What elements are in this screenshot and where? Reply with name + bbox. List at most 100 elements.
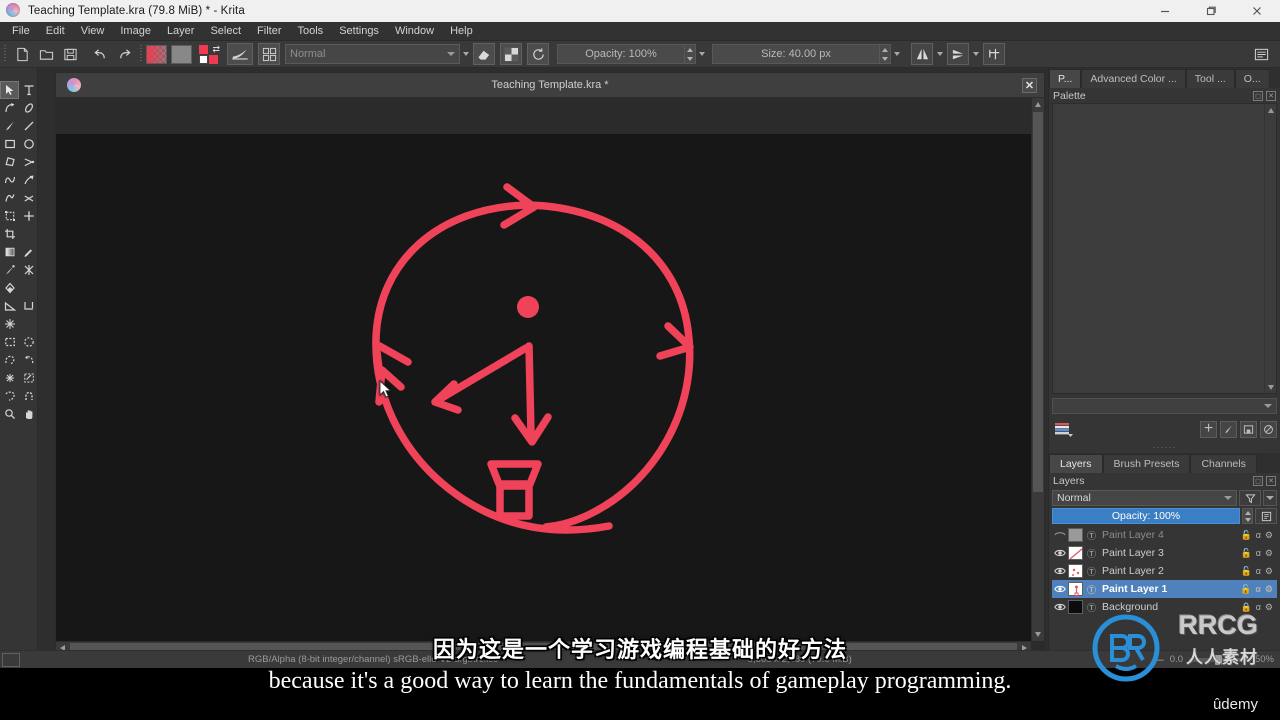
layer-alpha-icon[interactable]: α — [1256, 530, 1261, 540]
mirror-vertical-arrow[interactable] — [970, 44, 982, 64]
layer-opacity-slider[interactable]: Opacity: 100% — [1052, 508, 1240, 524]
measure-tool[interactable] — [0, 297, 19, 315]
opacity-slider[interactable]: Opacity: 100% — [557, 44, 685, 64]
polygonal-selection-tool[interactable] — [0, 351, 19, 369]
layer-visibility-toggle[interactable] — [1052, 602, 1068, 612]
crop-tool[interactable] — [0, 225, 19, 243]
menu-settings[interactable]: Settings — [331, 23, 387, 39]
transform-tool[interactable] — [0, 207, 19, 225]
close-button[interactable] — [1234, 0, 1280, 22]
save-disk-icon[interactable] — [59, 44, 81, 65]
workspace-switcher-icon[interactable] — [1250, 43, 1272, 65]
bezier-selection-tool[interactable] — [0, 387, 19, 405]
palette-scroll-down-icon[interactable] — [1265, 381, 1276, 393]
undo-icon[interactable] — [89, 44, 111, 65]
background-color-swatch[interactable] — [171, 44, 192, 64]
blending-mode-extra-arrow[interactable] — [460, 44, 472, 64]
float-docker-icon[interactable]: ◻ — [1253, 90, 1263, 101]
blending-mode-combo[interactable]: Normal — [285, 44, 460, 64]
layer-filter-chevron-icon[interactable] — [1263, 490, 1277, 506]
open-folder-icon[interactable] — [35, 44, 57, 65]
dynamic-brush-tool[interactable] — [0, 189, 19, 207]
table-row[interactable]: Ⓣ Paint Layer 1 🔓 α ⚙ — [1052, 580, 1277, 598]
opacity-options-arrow[interactable] — [696, 44, 708, 64]
layer-style-icon[interactable]: ⚙ — [1265, 548, 1273, 559]
menu-edit[interactable]: Edit — [38, 23, 73, 39]
scroll-up-arrow-icon[interactable] — [1032, 98, 1044, 111]
tab-overview[interactable]: O... — [1234, 69, 1270, 88]
gradient-tool[interactable] — [0, 243, 19, 261]
fg-bg-color-selector-icon[interactable]: ⇄ — [198, 44, 220, 65]
preserve-alpha-icon[interactable] — [500, 43, 522, 65]
table-row[interactable]: Ⓣ Paint Layer 3 🔓 α ⚙ — [1052, 544, 1277, 562]
layer-blend-mode-combo[interactable]: Normal — [1052, 490, 1237, 506]
menu-help[interactable]: Help — [442, 23, 481, 39]
layer-name[interactable]: Paint Layer 2 — [1098, 565, 1241, 577]
brush-presets-grid-icon[interactable] — [258, 43, 280, 65]
layer-name[interactable]: Paint Layer 1 — [1098, 583, 1240, 595]
layer-lock-icon[interactable]: 🔓 — [1241, 566, 1252, 577]
tab-brush-presets[interactable]: Brush Presets — [1102, 454, 1191, 473]
tab-tool-options[interactable]: Tool ... — [1185, 69, 1235, 88]
mirror-vertical-icon[interactable] — [947, 43, 969, 65]
layer-style-icon[interactable]: ⚙ — [1265, 530, 1273, 541]
layer-alpha-icon[interactable]: α — [1255, 584, 1261, 594]
layer-name[interactable]: Paint Layer 4 — [1098, 529, 1241, 541]
edit-shapes-tool[interactable] — [0, 99, 19, 117]
layer-lock-icon[interactable]: 🔓 — [1240, 584, 1251, 595]
assistant-tool[interactable] — [0, 315, 19, 333]
redo-icon[interactable] — [113, 44, 135, 65]
save-palette-button[interactable] — [1240, 420, 1257, 438]
close-docker-icon[interactable]: ✕ — [1266, 90, 1276, 101]
layer-alpha-icon[interactable]: α — [1256, 548, 1261, 558]
color-sampler-tool[interactable] — [19, 243, 38, 261]
brush-size-options-arrow[interactable] — [891, 44, 903, 64]
layer-style-icon[interactable]: ⚙ — [1265, 584, 1273, 595]
subwindow-titlebar[interactable]: Teaching Template.kra * ✕ — [56, 73, 1044, 98]
layer-name[interactable]: Paint Layer 3 — [1098, 547, 1241, 559]
remove-swatch-button[interactable] — [1260, 420, 1277, 438]
table-row[interactable]: Ⓣ Paint Layer 4 🔓 α ⚙ — [1052, 526, 1277, 544]
foreground-color-swatch[interactable] — [146, 44, 167, 64]
layer-alpha-inherit-icon[interactable]: Ⓣ — [1085, 529, 1098, 542]
opacity-spinner[interactable] — [685, 44, 696, 64]
float-layers-docker-icon[interactable]: ◻ — [1253, 475, 1263, 486]
mirror-horizontal-icon[interactable] — [911, 43, 933, 65]
polygon-tool[interactable] — [0, 153, 19, 171]
layer-visibility-toggle[interactable] — [1052, 548, 1068, 558]
text-tool[interactable] — [19, 81, 38, 99]
maximize-restore-button[interactable] — [1188, 0, 1234, 22]
menu-filter[interactable]: Filter — [249, 23, 289, 39]
palette-scroll-up-icon[interactable] — [1265, 104, 1276, 116]
rectangle-tool[interactable] — [0, 135, 19, 153]
contiguous-selection-tool[interactable] — [0, 369, 19, 387]
polyline-tool[interactable] — [19, 153, 38, 171]
menu-view[interactable]: View — [73, 23, 113, 39]
layer-alpha-inherit-icon[interactable]: Ⓣ — [1085, 565, 1098, 578]
menu-layer[interactable]: Layer — [159, 23, 203, 39]
colorize-mask-tool[interactable] — [0, 261, 19, 279]
reload-preset-icon[interactable] — [527, 43, 549, 65]
ellipse-tool[interactable] — [19, 135, 38, 153]
tab-channels[interactable]: Channels — [1190, 454, 1257, 473]
layer-lock-icon[interactable]: 🔓 — [1241, 548, 1252, 559]
brush-preset-icon[interactable] — [227, 43, 253, 65]
line-tool[interactable] — [19, 117, 38, 135]
close-layers-docker-icon[interactable]: ✕ — [1266, 475, 1276, 486]
layer-alpha-icon[interactable]: α — [1256, 566, 1261, 576]
similar-color-selection-tool[interactable] — [19, 369, 38, 387]
layer-alpha-inherit-icon[interactable]: Ⓣ — [1085, 583, 1098, 596]
menu-tools[interactable]: Tools — [290, 23, 332, 39]
reference-images-tool[interactable] — [19, 297, 38, 315]
rectangular-selection-tool[interactable] — [0, 333, 19, 351]
palette-swatch-area[interactable] — [1052, 103, 1277, 394]
move-tool[interactable] — [19, 207, 38, 225]
layer-properties-icon[interactable] — [1255, 508, 1277, 524]
layer-lock-icon[interactable]: 🔓 — [1241, 530, 1252, 541]
tab-advanced-color[interactable]: Advanced Color ... — [1081, 69, 1186, 88]
add-swatch-button[interactable]: + — [1200, 420, 1217, 438]
smart-patch-tool[interactable] — [19, 261, 38, 279]
layer-visibility-toggle[interactable] — [1052, 530, 1068, 540]
layer-alpha-inherit-icon[interactable]: Ⓣ — [1085, 547, 1098, 560]
layer-filter-funnel-icon[interactable] — [1239, 490, 1261, 506]
